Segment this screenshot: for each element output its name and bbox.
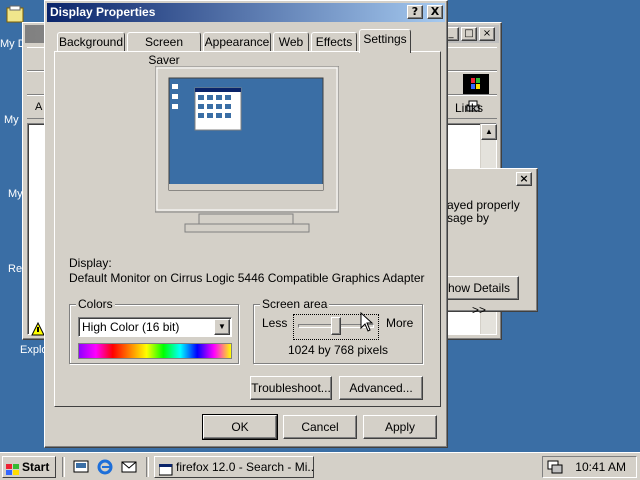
colors-group: Colors High Color (16 bit) ▼ [69, 297, 239, 364]
cancel-button[interactable]: Cancel [283, 415, 357, 439]
monitor-preview [154, 65, 340, 236]
colors-group-label: Colors [76, 297, 115, 311]
windows-flag-icon [6, 462, 20, 475]
start-label: Start [22, 460, 50, 474]
mouse-cursor-icon [360, 311, 374, 332]
tab-appearance[interactable]: Appearance [203, 32, 271, 52]
less-label: Less [262, 316, 288, 330]
links-button[interactable]: Links [455, 101, 483, 115]
chevron-down-icon[interactable]: ▼ [214, 319, 230, 335]
quicklaunch-divider [62, 457, 65, 477]
taskbar-item-label: firefox 12.0 - Search - Mi... [176, 460, 314, 474]
display-properties-dialog: Display Properties ? X Background Screen… [44, 0, 448, 448]
network-tray-icon[interactable] [547, 459, 563, 475]
scroll-up-icon[interactable]: ▲ [481, 124, 497, 140]
show-desktop-icon[interactable] [72, 458, 90, 476]
tab-effects[interactable]: Effects [311, 32, 357, 52]
system-tray: 10:41 AM [542, 456, 637, 478]
desktop-label-my-network[interactable]: My [8, 188, 23, 200]
dialog-title: Display Properties [50, 5, 156, 19]
outlook-express-icon[interactable] [120, 458, 138, 476]
display-adapter-text: Default Monitor on Cirrus Logic 5446 Com… [69, 271, 425, 285]
colors-select-value: High Color (16 bit) [82, 320, 180, 334]
close-icon[interactable]: × [479, 27, 495, 41]
popup-message-line2: sage by [447, 211, 490, 225]
quicklaunch-divider-2 [146, 457, 149, 477]
desktop-label-my-computer[interactable]: My [4, 114, 19, 126]
close-button[interactable]: X [427, 5, 443, 19]
display-label: Display: [69, 256, 112, 270]
dialog-titlebar[interactable]: Display Properties [47, 3, 445, 22]
taskbar: Start firefox 12.0 - Search - Mi... 10:4… [0, 452, 640, 480]
more-label: More [386, 316, 414, 330]
tab-background[interactable]: Background [57, 32, 125, 52]
tab-screen-saver[interactable]: Screen Saver [127, 32, 201, 67]
tab-settings[interactable]: Settings [359, 29, 411, 53]
color-spectrum-bar [78, 343, 232, 359]
apply-button[interactable]: Apply [363, 415, 437, 439]
ok-button[interactable]: OK [202, 414, 278, 440]
clock[interactable]: 10:41 AM [575, 460, 626, 474]
maximize-icon[interactable]: □ [461, 27, 477, 41]
resolution-text: 1024 by 768 pixels [287, 343, 389, 357]
start-button[interactable]: Start [2, 456, 56, 478]
tab-web[interactable]: Web [273, 32, 309, 52]
show-details-button[interactable]: how Details >> [439, 276, 519, 317]
taskbar-item-firefox[interactable]: firefox 12.0 - Search - Mi... [154, 456, 314, 478]
colors-select[interactable]: High Color (16 bit) ▼ [78, 317, 232, 337]
screen-area-label: Screen area [260, 297, 330, 311]
advanced-button[interactable]: Advanced... [339, 376, 423, 400]
internet-explorer-icon[interactable] [96, 458, 114, 476]
popup-close-icon[interactable]: × [516, 172, 532, 186]
settings-tab-panel: Display: Default Monitor on Cirrus Logic… [54, 51, 441, 407]
warning-icon [31, 321, 45, 336]
desktop-label-recycle-bin[interactable]: Re [8, 263, 22, 275]
help-button[interactable]: ? [407, 5, 423, 19]
troubleshoot-button[interactable]: Troubleshoot... [250, 376, 332, 400]
address-label: A [35, 101, 43, 113]
slider-thumb[interactable] [331, 317, 341, 335]
browser-window-icon [158, 462, 173, 476]
popup-message-line1: ayed properly [447, 198, 520, 212]
screen-area-group: Screen area Less More 1024 by 768 pixels [253, 297, 423, 364]
windows-logo-icon [463, 74, 489, 94]
